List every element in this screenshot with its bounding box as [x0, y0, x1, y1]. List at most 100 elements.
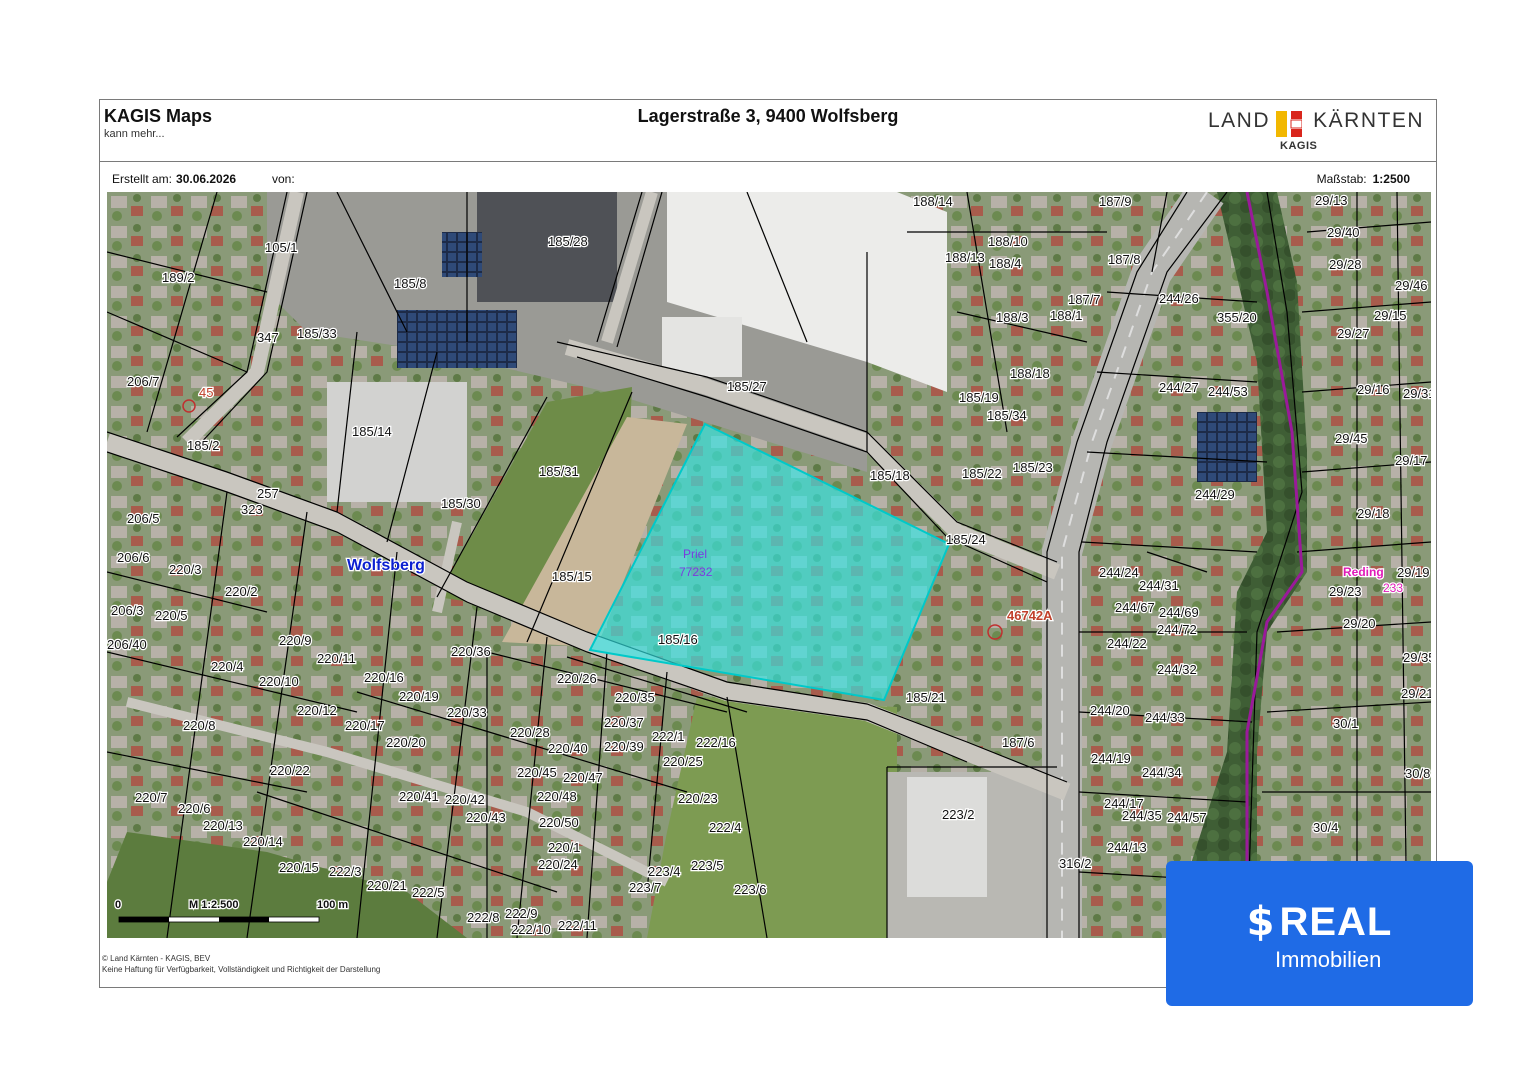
created-date: 30.06.2026 — [176, 172, 237, 186]
parcel-label-p36: 220/37 — [604, 715, 644, 730]
parcel-label-p125: 29/23 — [1329, 584, 1362, 599]
parcel-label-p3: 189/2 — [162, 270, 195, 285]
sheet-meta: Erstellt am: 30.06.2026 von: Maßstab: 1:25… — [100, 161, 1436, 191]
parcel-name-label: Priel — [683, 547, 707, 561]
parcel-label-p93: 355/20 — [1217, 310, 1257, 325]
parcel-label-p116: 29/46 — [1395, 278, 1428, 293]
map-sheet: KAGIS Maps kann mehr... Lagerstraße 3, 9… — [99, 99, 1437, 988]
sheet-footer: © Land Kärnten - KAGIS, BEV Keine Haftun… — [102, 953, 380, 975]
parcel-label-p120: 29/31 — [1403, 386, 1431, 401]
parcel-label-p56: 222/4 — [709, 820, 742, 835]
parcel-label-p66: 222/5 — [412, 885, 445, 900]
parcel-label-p74: 187/9 — [1099, 194, 1132, 209]
parcel-label-p63: 223/4 — [648, 864, 681, 879]
parcel-label-p57: 220/13 — [203, 818, 243, 833]
parcel-label-p71: 222/10 — [511, 922, 551, 937]
parcel-label-p96: 244/29 — [1195, 487, 1235, 502]
parcel-label-p81: 188/1 — [1050, 308, 1083, 323]
parcel-label-p10: 185/27 — [727, 379, 767, 394]
parcel-label-p109: 244/35 — [1122, 808, 1162, 823]
copyright-text: © Land Kärnten - KAGIS, BEV — [102, 954, 211, 963]
parcel-label-p18: 220/2 — [225, 584, 258, 599]
parcel-label-p80: 188/3 — [996, 310, 1029, 325]
parcel-label-p98: 244/31 — [1139, 578, 1179, 593]
locality-number-label: 233 — [1383, 581, 1403, 595]
parcel-label-p1: 185/28 — [548, 234, 588, 249]
parcel-label-p89: 185/21 — [906, 690, 946, 705]
parcel-label-p77: 188/4 — [989, 256, 1022, 271]
parcel-label-p107: 244/34 — [1142, 765, 1182, 780]
sreal-wordmark: $ REAL — [1166, 899, 1473, 945]
disclaimer-text: Keine Haftung für Verfügbarkeit, Vollstä… — [102, 965, 381, 974]
parcel-label-p95: 244/53 — [1208, 384, 1248, 399]
coat-of-arms-icon — [1276, 111, 1302, 137]
parcel-label-p45: 220/45 — [517, 765, 557, 780]
parcel-label-p70: 222/9 — [505, 906, 538, 921]
parcel-label-p106: 244/19 — [1091, 751, 1131, 766]
scale-mid: M 1:2.500 — [189, 899, 239, 911]
road-label-45: 45 — [199, 385, 213, 400]
scale-info: Maßstab: 1:2500 — [1317, 172, 1410, 186]
parcel-label-p87: 185/23 — [1013, 460, 1053, 475]
orthophoto-map[interactable]: 0 M 1:2.500 100 m Wolfsberg Priel 77232 … — [107, 192, 1431, 938]
parcel-label-p8: 185/2 — [187, 438, 220, 453]
sreal-word: REAL — [1279, 900, 1393, 944]
parcel-label-p55: 220/50 — [539, 815, 579, 830]
parcel-label-p24: 220/4 — [211, 659, 244, 674]
parcel-label-p100: 244/69 — [1159, 605, 1199, 620]
parcel-label-p131: 30/4 — [1313, 820, 1338, 835]
parcel-label-p31: 185/16 — [658, 632, 698, 647]
parcel-label-p68: 223/6 — [734, 882, 767, 897]
hall-roof-2 — [327, 382, 467, 502]
parcel-label-p26: 220/10 — [259, 674, 299, 689]
scale-bar[interactable] — [118, 916, 320, 923]
scale-end: 100 m — [317, 899, 348, 911]
logo-word-kaernten: KÄRNTEN — [1313, 109, 1424, 132]
parcel-label-p118: 29/15 — [1374, 308, 1407, 323]
scale-value: 1:2500 — [1372, 172, 1410, 186]
parcel-label-p127: 29/35 — [1403, 650, 1431, 665]
parcel-label-p46: 220/47 — [563, 770, 603, 785]
parcel-label-p122: 29/17 — [1395, 453, 1428, 468]
parcel-label-p7: 206/7 — [127, 374, 160, 389]
parcel-label-p88: 185/24 — [946, 532, 986, 547]
parcel-label-p76: 188/13 — [945, 250, 985, 265]
parcel-label-p38: 220/20 — [386, 735, 426, 750]
parcel-label-p62: 220/24 — [538, 857, 578, 872]
parcel-label-p69: 222/8 — [467, 910, 500, 925]
parcel-label-p129: 30/1 — [1333, 716, 1358, 731]
parcel-label-p37: 220/8 — [183, 718, 216, 733]
parcel-label-p44: 220/22 — [270, 763, 310, 778]
scale-label: Maßstab: — [1316, 172, 1367, 186]
parcel-label-p51: 220/42 — [445, 792, 485, 807]
parcel-label-p126: 29/20 — [1343, 616, 1376, 631]
parcel-label-p64: 223/5 — [691, 858, 724, 873]
sreal-immobilien-badge[interactable]: $ REAL Immobilien — [1166, 861, 1473, 1006]
sreal-subtitle: Immobilien — [1275, 947, 1382, 972]
parcel-label-p91: 223/2 — [942, 807, 975, 822]
parcel-label-p49: 220/6 — [178, 801, 211, 816]
created-label: Erstellt am: — [112, 172, 173, 186]
parcel-number-label: 77232 — [679, 565, 713, 579]
place-label-wolfsberg: Wolfsberg — [347, 557, 425, 574]
parcel-label-p27: 220/19 — [399, 689, 439, 704]
parcel-label-p130: 30/8 — [1405, 766, 1430, 781]
parcel-label-p73: 188/14 — [913, 194, 953, 209]
parcel-label-p114: 29/40 — [1327, 225, 1360, 240]
hall-roof — [477, 192, 617, 302]
parcel-label-p41: 220/39 — [604, 739, 644, 754]
parcel-label-p65: 220/21 — [367, 878, 407, 893]
parcel-label-p4: 185/8 — [394, 276, 427, 291]
parcel-label-p35: 220/35 — [615, 690, 655, 705]
parcel-label-p111: 244/13 — [1107, 840, 1147, 855]
parcel-label-p75: 188/10 — [988, 234, 1028, 249]
parcel-label-p84: 185/34 — [987, 408, 1027, 423]
parcel-label-p67: 223/7 — [629, 880, 662, 895]
parcel-label-p102: 244/22 — [1107, 636, 1147, 651]
solar-roof-2 — [442, 232, 482, 277]
map-canvas[interactable]: 0 M 1:2.500 100 m Wolfsberg Priel 77232 … — [107, 192, 1431, 938]
parcel-label-p50: 220/41 — [399, 789, 439, 804]
scale-zero: 0 — [115, 899, 121, 911]
parcel-label-p72: 222/11 — [558, 918, 597, 933]
parcel-label-p86: 185/22 — [962, 466, 1002, 481]
